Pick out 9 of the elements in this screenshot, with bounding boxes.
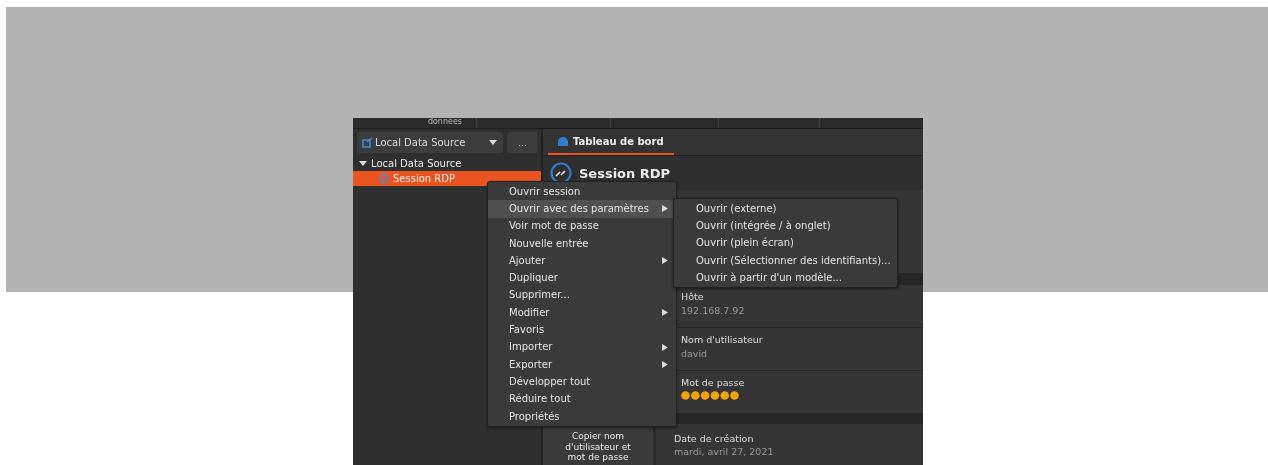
field-value: mardi, avril 27, 2021 [674,446,774,457]
field-label: Date de création [674,433,754,444]
column-header: données [427,118,462,128]
entry-title: Session RDP [579,165,671,181]
field-value: david [681,348,708,359]
field-value: 192.168.7.92 [681,305,745,316]
field-label: Nom d'utilisateur [681,334,763,345]
field-label: Hôte [681,291,704,302]
field-label: Mot de passe [681,377,745,388]
